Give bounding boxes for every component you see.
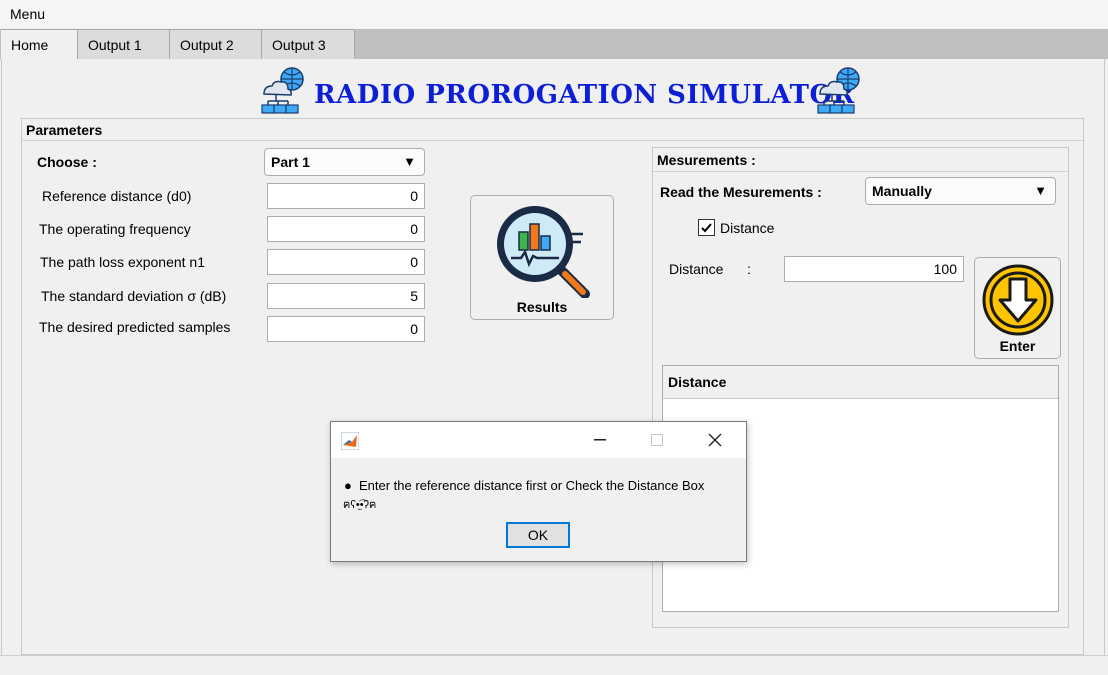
- parameters-title: Parameters: [26, 122, 103, 138]
- dialog-titlebar: [331, 422, 746, 458]
- field-label: The operating frequency: [39, 221, 191, 237]
- chevron-down-icon: ▼: [1034, 183, 1047, 198]
- field-label: Reference distance (d0): [42, 188, 192, 204]
- cloud-network-icon: [261, 67, 304, 114]
- enter-button-label: Enter: [999, 338, 1036, 354]
- measurements-title: Mesurements :: [657, 152, 756, 168]
- field-label: The standard deviation σ (dB): [41, 288, 227, 304]
- part-dropdown-value: Part 1: [271, 154, 310, 170]
- distance-checkbox[interactable]: [698, 219, 715, 236]
- distance-input[interactable]: 100: [784, 256, 964, 282]
- distance-column-header: Distance: [668, 374, 727, 390]
- choose-label: Choose :: [37, 154, 97, 170]
- page-title: RADIO PROROGATION SIMULATOR: [314, 80, 855, 110]
- magnifier-chart-icon: [497, 206, 590, 298]
- read-measurements-label: Read the Mesurements :: [660, 184, 822, 200]
- results-button[interactable]: Results: [470, 195, 614, 320]
- field-label: The path loss exponent n1: [40, 254, 206, 270]
- distance-colon: :: [747, 261, 751, 277]
- tab-strip: Home Output 1 Output 2 Output 3: [0, 29, 1108, 59]
- tab-home[interactable]: Home: [1, 29, 78, 59]
- close-icon[interactable]: [708, 433, 722, 447]
- chevron-down-icon: ▼: [403, 154, 416, 169]
- results-button-label: Results: [516, 299, 568, 315]
- menu-item[interactable]: Menu: [10, 6, 45, 22]
- message-dialog: ● Enter the reference distance first or …: [330, 421, 747, 562]
- operating-frequency-input[interactable]: 0: [267, 216, 425, 242]
- dialog-emoticon: ฅʕ•̫͡•ʔฅ: [343, 499, 377, 511]
- distance-checkbox-label: Distance: [720, 220, 775, 236]
- dialog-message: Enter the reference distance first or Ch…: [359, 478, 705, 493]
- check-icon: [701, 223, 712, 233]
- maximize-icon: [651, 434, 663, 446]
- minimize-icon[interactable]: [594, 439, 606, 441]
- tab-output-1[interactable]: Output 1: [78, 29, 170, 59]
- read-mode-value: Manually: [872, 183, 932, 199]
- path-loss-exponent-input[interactable]: 0: [267, 249, 425, 275]
- status-bar: [0, 655, 1108, 675]
- part-dropdown[interactable]: Part 1 ▼: [264, 148, 425, 176]
- matlab-icon: [341, 432, 359, 450]
- ok-button[interactable]: OK: [506, 522, 570, 548]
- reference-distance-input[interactable]: 0: [267, 183, 425, 209]
- standard-deviation-input[interactable]: 5: [267, 283, 425, 309]
- tab-output-2[interactable]: Output 2: [170, 29, 262, 59]
- tab-output-3[interactable]: Output 3: [262, 29, 355, 59]
- read-mode-dropdown[interactable]: Manually ▼: [865, 177, 1056, 205]
- distance-label: Distance: [669, 261, 724, 277]
- enter-button[interactable]: Enter: [974, 257, 1061, 359]
- arrow-down-circle-icon: [982, 264, 1054, 336]
- cloud-network-icon: [817, 67, 860, 114]
- predicted-samples-input[interactable]: 0: [267, 316, 425, 342]
- field-label: The desired predicted samples: [39, 319, 231, 335]
- parameters-header: [22, 119, 1083, 141]
- menu-bar: Menu: [0, 0, 1108, 28]
- bullet-icon: ●: [344, 478, 352, 493]
